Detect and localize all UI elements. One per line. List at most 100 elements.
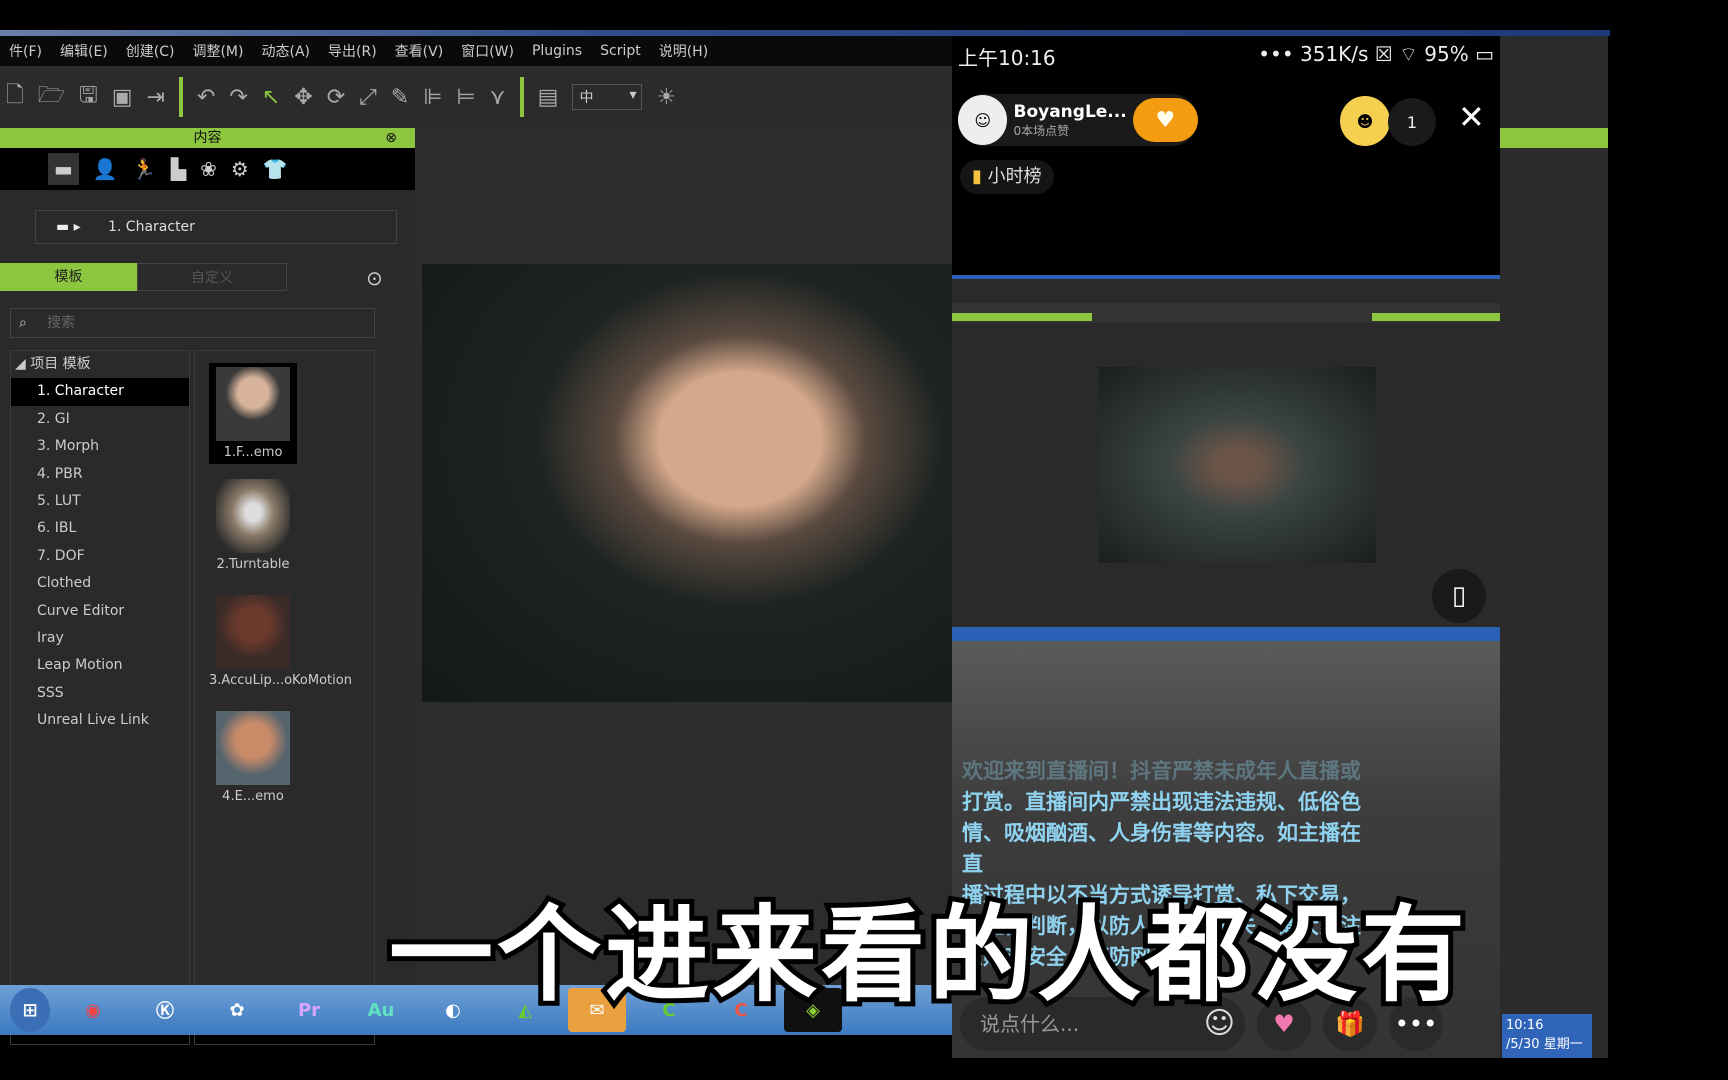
- panel-title: 内容: [193, 130, 222, 146]
- folder-icon: ▬ ▸: [56, 219, 81, 235]
- battery-icon: ▭: [1475, 42, 1494, 66]
- network-speed: 351K/s: [1300, 42, 1369, 66]
- tab-template[interactable]: 模板: [0, 263, 137, 291]
- dropdown-value: 中: [579, 90, 594, 106]
- folder-icon[interactable]: ▬: [48, 153, 79, 185]
- tree-item[interactable]: 4. PBR: [11, 461, 189, 488]
- eyelash-icon[interactable]: ⋎: [490, 85, 506, 110]
- video-subtitle: 一个进来看的人都没有: [384, 889, 1470, 1021]
- film-icon[interactable]: ⚙: [231, 157, 249, 181]
- align-left-icon[interactable]: ⊫: [423, 85, 442, 110]
- rotate-icon[interactable]: ⟳: [327, 85, 345, 110]
- export-icon[interactable]: ⇥: [147, 85, 165, 110]
- tree-item[interactable]: 7. DOF: [11, 543, 189, 570]
- status-bar: 上午10:16 ••• 351K/s ☒ ⌔ 95% ▭: [952, 42, 1500, 76]
- host-info[interactable]: ☺ BoyangLe... 0本场点赞 ♥: [958, 94, 1198, 146]
- close-icon[interactable]: ⊗: [385, 128, 397, 148]
- host-likes: 0本场点赞: [1013, 123, 1070, 138]
- rank-label: 小时榜: [987, 166, 1042, 187]
- tree-item[interactable]: SSS: [11, 680, 189, 707]
- divider: [519, 77, 524, 117]
- menu-plugins[interactable]: Plugins: [532, 43, 582, 59]
- tree-root[interactable]: ◢ 项目 模板: [11, 351, 189, 378]
- menu-create[interactable]: 创建(C): [126, 41, 175, 61]
- close-icon[interactable]: ✕: [1458, 98, 1485, 136]
- scale-icon[interactable]: ⤢: [359, 85, 377, 110]
- menu-modify[interactable]: 调整(M): [192, 41, 243, 61]
- menu-bar: 件(F) 编辑(E) 创建(C) 调整(M) 动态(A) 导出(R) 查看(V)…: [0, 36, 952, 66]
- thumbnail-image: [216, 711, 290, 785]
- screen-share-video: ▯: [952, 275, 1500, 641]
- tree-item[interactable]: Clothed: [11, 570, 189, 597]
- wifi-icon: ⌔: [1399, 42, 1418, 66]
- quality-dropdown[interactable]: 中 ▾: [572, 84, 643, 110]
- menu-export[interactable]: 导出(R): [328, 41, 377, 61]
- battery-level: 95%: [1424, 42, 1469, 66]
- thumbnail[interactable]: 2.Turntable: [209, 479, 297, 572]
- tree-item[interactable]: 2. GI: [11, 406, 189, 433]
- save-icon[interactable]: 🖫: [79, 78, 98, 116]
- mini-panel-header: [1372, 313, 1500, 321]
- select-icon[interactable]: ↖: [262, 85, 280, 110]
- breadcrumb[interactable]: ▬ ▸ 1. Character: [35, 210, 397, 244]
- stage-icon[interactable]: ▙: [171, 157, 186, 181]
- tree-item[interactable]: Unreal Live Link: [11, 707, 189, 734]
- new-icon[interactable]: 🗋: [6, 78, 24, 116]
- hourly-rank-button[interactable]: ▮ 小时榜: [960, 160, 1054, 194]
- thumbnail[interactable]: 1.F...emo: [209, 363, 297, 464]
- menu-window[interactable]: 窗口(W): [461, 41, 514, 61]
- thumbnail[interactable]: 3.AccuLip...oKoMotion: [209, 595, 352, 688]
- menu-file[interactable]: 件(F): [9, 41, 42, 61]
- tree-item[interactable]: 1. Character: [11, 378, 189, 406]
- search-placeholder: 搜索: [47, 315, 75, 331]
- thumbnail-image: [216, 595, 290, 669]
- motion-icon[interactable]: 🏃: [132, 157, 157, 181]
- status-time: 上午10:16: [958, 46, 1056, 70]
- tab-custom[interactable]: 自定义: [137, 263, 287, 291]
- panel-header: 内容 ⊗: [0, 128, 415, 148]
- breadcrumb-label: 1. Character: [108, 219, 195, 235]
- align-icon[interactable]: ⊨: [456, 85, 475, 110]
- avatar-icon[interactable]: 👤: [93, 157, 118, 181]
- tree-item[interactable]: Iray: [11, 625, 189, 652]
- tree-item[interactable]: 5. LUT: [11, 488, 189, 515]
- menu-view[interactable]: 查看(V): [395, 41, 444, 61]
- render-icon[interactable]: ▣: [112, 85, 133, 110]
- thumbnail-label: 4.E...emo: [222, 789, 284, 804]
- layout-icon[interactable]: ▤: [538, 85, 559, 110]
- divider: [178, 77, 183, 117]
- screen-rotate-icon[interactable]: ▯: [1432, 569, 1486, 623]
- menu-script[interactable]: Script: [600, 43, 641, 59]
- host-name: BoyangLe...: [1013, 101, 1127, 122]
- bar-chart-icon: ▮: [972, 166, 982, 187]
- viewer-count[interactable]: 1: [1388, 98, 1436, 146]
- content-tabs: ▬ 👤 🏃 ▙ ❀ ⚙ 👕: [0, 148, 415, 190]
- cloth-icon[interactable]: 👕: [263, 157, 288, 181]
- tree-item[interactable]: 3. Morph: [11, 433, 189, 460]
- menu-animation[interactable]: 动态(A): [261, 41, 310, 61]
- host-avatar[interactable]: ☺: [958, 95, 1008, 145]
- prop-icon[interactable]: ❀: [200, 157, 217, 181]
- open-icon[interactable]: 🗁: [38, 78, 65, 116]
- pick-icon[interactable]: ✎: [391, 85, 409, 110]
- thumbnail-image: [216, 479, 290, 553]
- notice-line: 欢迎来到直播间！抖音严禁未成年人直播或: [962, 759, 1361, 783]
- notice-line: 打赏。直播间内严禁出现违法违规、低俗色: [962, 790, 1361, 814]
- panel-header: [1500, 128, 1608, 148]
- menu-edit[interactable]: 编辑(E): [60, 41, 108, 61]
- thumbnail-image: [216, 367, 290, 441]
- options-icon[interactable]: ⊙: [366, 266, 383, 290]
- tree-item[interactable]: Curve Editor: [11, 598, 189, 625]
- tree-item[interactable]: Leap Motion: [11, 652, 189, 679]
- thumbnail[interactable]: 4.E...emo: [209, 711, 297, 804]
- tree-item[interactable]: 6. IBL: [11, 515, 189, 542]
- follow-button[interactable]: ♥: [1132, 98, 1198, 142]
- undo-icon[interactable]: ↶: [197, 85, 215, 110]
- move-icon[interactable]: ✥: [294, 85, 312, 110]
- menu-help[interactable]: 说明(H): [659, 41, 708, 61]
- search-icon: ⌕: [19, 315, 27, 331]
- viewer-avatar[interactable]: ☻: [1340, 96, 1390, 146]
- search-input[interactable]: ⌕ 搜索: [10, 308, 375, 338]
- light-icon[interactable]: ☀: [656, 85, 676, 110]
- redo-icon[interactable]: ↷: [229, 85, 247, 110]
